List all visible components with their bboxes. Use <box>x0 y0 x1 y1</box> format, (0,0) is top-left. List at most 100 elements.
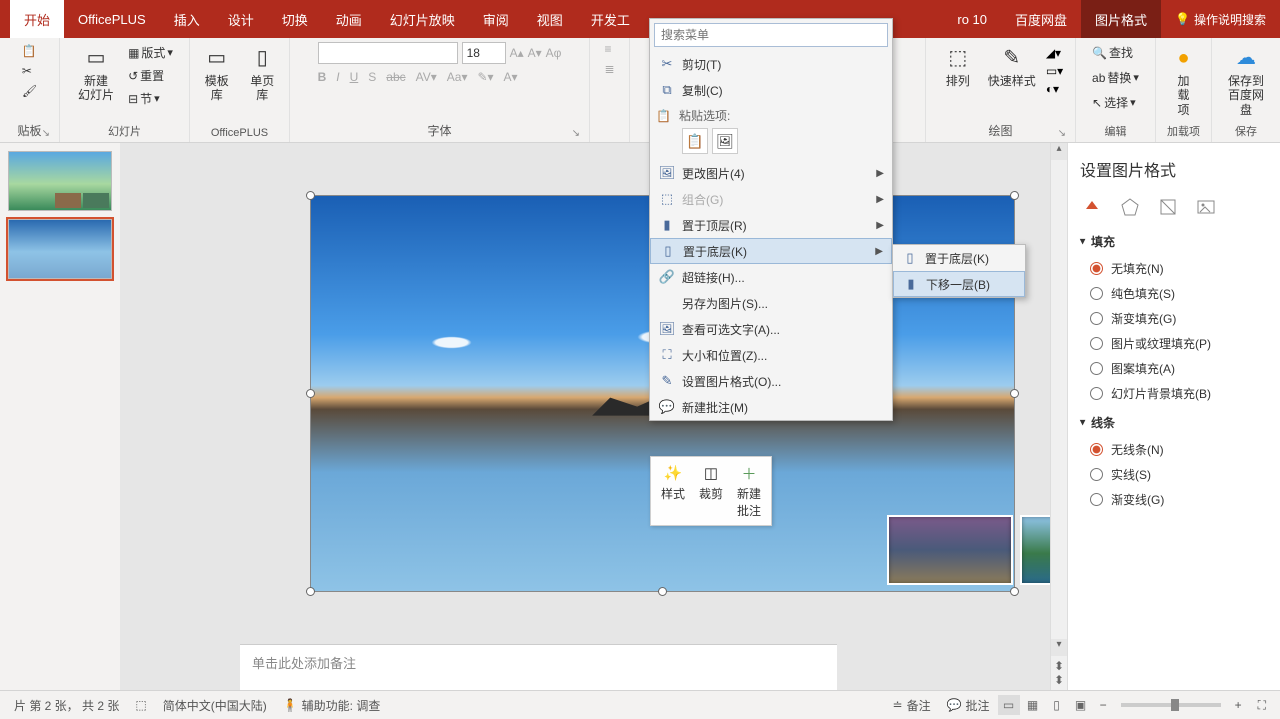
resize-handle-tl[interactable] <box>306 191 315 200</box>
no-fill-option[interactable]: 无填充(N) <box>1080 256 1268 281</box>
menu-send-back[interactable]: ▯置于底层(K)▶ <box>650 238 892 264</box>
notes-toggle[interactable]: ≐ 备注 <box>885 697 939 714</box>
accessibility-checker[interactable]: 🧍辅助功能: 调查 <box>275 697 389 714</box>
cut-button[interactable]: ✂ <box>18 62 41 80</box>
slide-thumb-2[interactable] <box>8 219 112 279</box>
submenu-send-to-back[interactable]: ▯置于底层(K) <box>893 245 1025 271</box>
menu-new-comment[interactable]: 💬新建批注(M) <box>650 394 892 420</box>
italic-button[interactable]: I <box>336 70 339 84</box>
background-picture-a[interactable] <box>887 515 1013 585</box>
tab-transition[interactable]: 切换 <box>268 0 322 38</box>
menu-save-as-picture[interactable]: 另存为图片(S)... <box>650 290 892 316</box>
new-slide-button[interactable]: ▭ 新建 幻灯片 <box>72 42 120 105</box>
tab-ext1[interactable]: ro 10 <box>943 0 1001 38</box>
picture-fill-option[interactable]: 图片或纹理填充(P) <box>1080 331 1268 356</box>
fill-section-header[interactable]: 填充 <box>1080 233 1268 250</box>
menu-search-input[interactable] <box>654 23 888 47</box>
quick-style-button[interactable]: ✎快速样式 <box>982 42 1042 90</box>
align-left-icon[interactable]: ≡ <box>604 42 614 56</box>
resize-handle-tr[interactable] <box>1010 191 1019 200</box>
resize-handle-mr[interactable] <box>1010 389 1019 398</box>
comments-toggle[interactable]: 💬 批注 <box>939 697 998 714</box>
tab-view[interactable]: 视图 <box>523 0 577 38</box>
highlight-button[interactable]: ✎▾ <box>477 70 493 84</box>
layout-button[interactable]: ▦ 版式 ▾ <box>124 42 177 63</box>
section-button[interactable]: ⊟ 节 ▾ <box>124 88 177 109</box>
tab-picture-format[interactable]: 图片格式 <box>1081 0 1161 38</box>
menu-search[interactable] <box>654 23 888 47</box>
bullets-icon[interactable]: ≣ <box>604 62 614 76</box>
solid-fill-option[interactable]: 纯色填充(S) <box>1080 281 1268 306</box>
dialog-launcher-icon[interactable]: ↘ <box>1058 128 1066 139</box>
decrease-font-icon[interactable]: A▾ <box>528 46 542 60</box>
effects-tab[interactable] <box>1118 195 1142 219</box>
paste-as-picture[interactable]: 🖼 <box>712 128 738 154</box>
pattern-fill-option[interactable]: 图案填充(A) <box>1080 356 1268 381</box>
clear-format-icon[interactable]: Aφ <box>546 46 562 60</box>
spellcheck-icon[interactable]: ⬚ <box>127 698 154 712</box>
next-slide-buttons[interactable]: ⬍⬍ <box>1051 656 1067 690</box>
char-spacing-button[interactable]: AV▾ <box>416 70 437 84</box>
line-section-header[interactable]: 线条 <box>1080 414 1268 431</box>
mini-crop-button[interactable]: ◫裁剪 <box>693 461 729 521</box>
replace-button[interactable]: ab 替换 ▾ <box>1088 67 1143 88</box>
single-page-button[interactable]: ▯单页库 <box>242 42 284 105</box>
reset-button[interactable]: ↺ 重置 <box>124 65 177 86</box>
tab-start[interactable]: 开始 <box>10 0 64 38</box>
format-painter-button[interactable]: 🖌 <box>18 82 41 100</box>
slide-bg-fill-option[interactable]: 幻灯片背景填充(B) <box>1080 381 1268 406</box>
select-button[interactable]: ↖ 选择 ▾ <box>1088 92 1143 113</box>
fill-line-tab[interactable] <box>1080 195 1104 219</box>
increase-font-icon[interactable]: A▴ <box>510 46 524 60</box>
picture-tab[interactable] <box>1194 195 1218 219</box>
no-line-option[interactable]: 无线条(N) <box>1080 437 1268 462</box>
menu-cut[interactable]: ✂剪切(T) <box>650 51 892 77</box>
menu-change-picture[interactable]: 🖼更改图片(4)▶ <box>650 160 892 186</box>
menu-format-picture[interactable]: ✎设置图片格式(O)... <box>650 368 892 394</box>
notes-pane[interactable]: 单击此处添加备注 <box>240 644 837 690</box>
resize-handle-bm[interactable] <box>658 587 667 596</box>
dialog-launcher-icon[interactable]: ↘ <box>572 128 580 139</box>
resize-handle-ml[interactable] <box>306 389 315 398</box>
tab-review[interactable]: 审阅 <box>469 0 523 38</box>
template-lib-button[interactable]: ▭模板库 <box>196 42 238 105</box>
change-case-button[interactable]: Aa▾ <box>447 70 468 84</box>
tab-help-search[interactable]: 💡操作说明搜索 <box>1161 0 1280 38</box>
scroll-down-icon[interactable]: ▾ <box>1051 639 1067 656</box>
normal-view-button[interactable]: ▭ <box>998 695 1020 715</box>
size-tab[interactable] <box>1156 195 1180 219</box>
fit-window-button[interactable]: ⛶ <box>1250 698 1274 713</box>
solid-line-option[interactable]: 实线(S) <box>1080 462 1268 487</box>
language-indicator[interactable]: 简体中文(中国大陆) <box>155 697 275 714</box>
tab-develop[interactable]: 开发工 <box>577 0 644 38</box>
menu-hyperlink[interactable]: 🔗超链接(H)... <box>650 264 892 290</box>
addons-button[interactable]: ●加 载 项 <box>1164 42 1204 119</box>
zoom-in-button[interactable]: + <box>1227 698 1250 712</box>
slide-canvas[interactable]: ▴ ▾ ⬍⬍ 单击此处添加备注 <box>120 143 1067 690</box>
save-baidu-button[interactable]: ☁保存到 百度网盘 <box>1218 42 1274 119</box>
font-size-combo[interactable]: 18 <box>462 42 506 64</box>
menu-size-position[interactable]: ⛶大小和位置(Z)... <box>650 342 892 368</box>
slideshow-view-button[interactable]: ▣ <box>1070 695 1092 715</box>
mini-style-button[interactable]: ✨样式 <box>655 461 691 521</box>
shape-outline-button[interactable]: ▭▾ <box>1046 64 1063 78</box>
sorter-view-button[interactable]: ▦ <box>1022 695 1044 715</box>
font-color-button[interactable]: A▾ <box>504 70 518 84</box>
menu-alt-text[interactable]: 🖼查看可选文字(A)... <box>650 316 892 342</box>
slide-thumb-1[interactable] <box>8 151 112 211</box>
zoom-slider[interactable] <box>1121 703 1221 707</box>
zoom-out-button[interactable]: − <box>1092 698 1115 712</box>
tab-design[interactable]: 设计 <box>214 0 268 38</box>
submenu-send-backward[interactable]: ▮下移一层(B) <box>893 271 1025 297</box>
underline-button[interactable]: U <box>350 70 359 84</box>
menu-bring-front[interactable]: ▮置于顶层(R)▶ <box>650 212 892 238</box>
gradient-line-option[interactable]: 渐变线(G) <box>1080 487 1268 512</box>
vertical-scrollbar[interactable]: ▴ ▾ ⬍⬍ <box>1050 143 1067 690</box>
bold-button[interactable]: B <box>318 70 327 84</box>
font-name-combo[interactable] <box>318 42 458 64</box>
tab-insert[interactable]: 插入 <box>160 0 214 38</box>
arrange-button[interactable]: ⬚排列 <box>938 42 978 90</box>
reading-view-button[interactable]: ▯ <box>1046 695 1068 715</box>
zoom-thumb[interactable] <box>1171 699 1179 711</box>
find-button[interactable]: 🔍 查找 <box>1088 42 1143 63</box>
